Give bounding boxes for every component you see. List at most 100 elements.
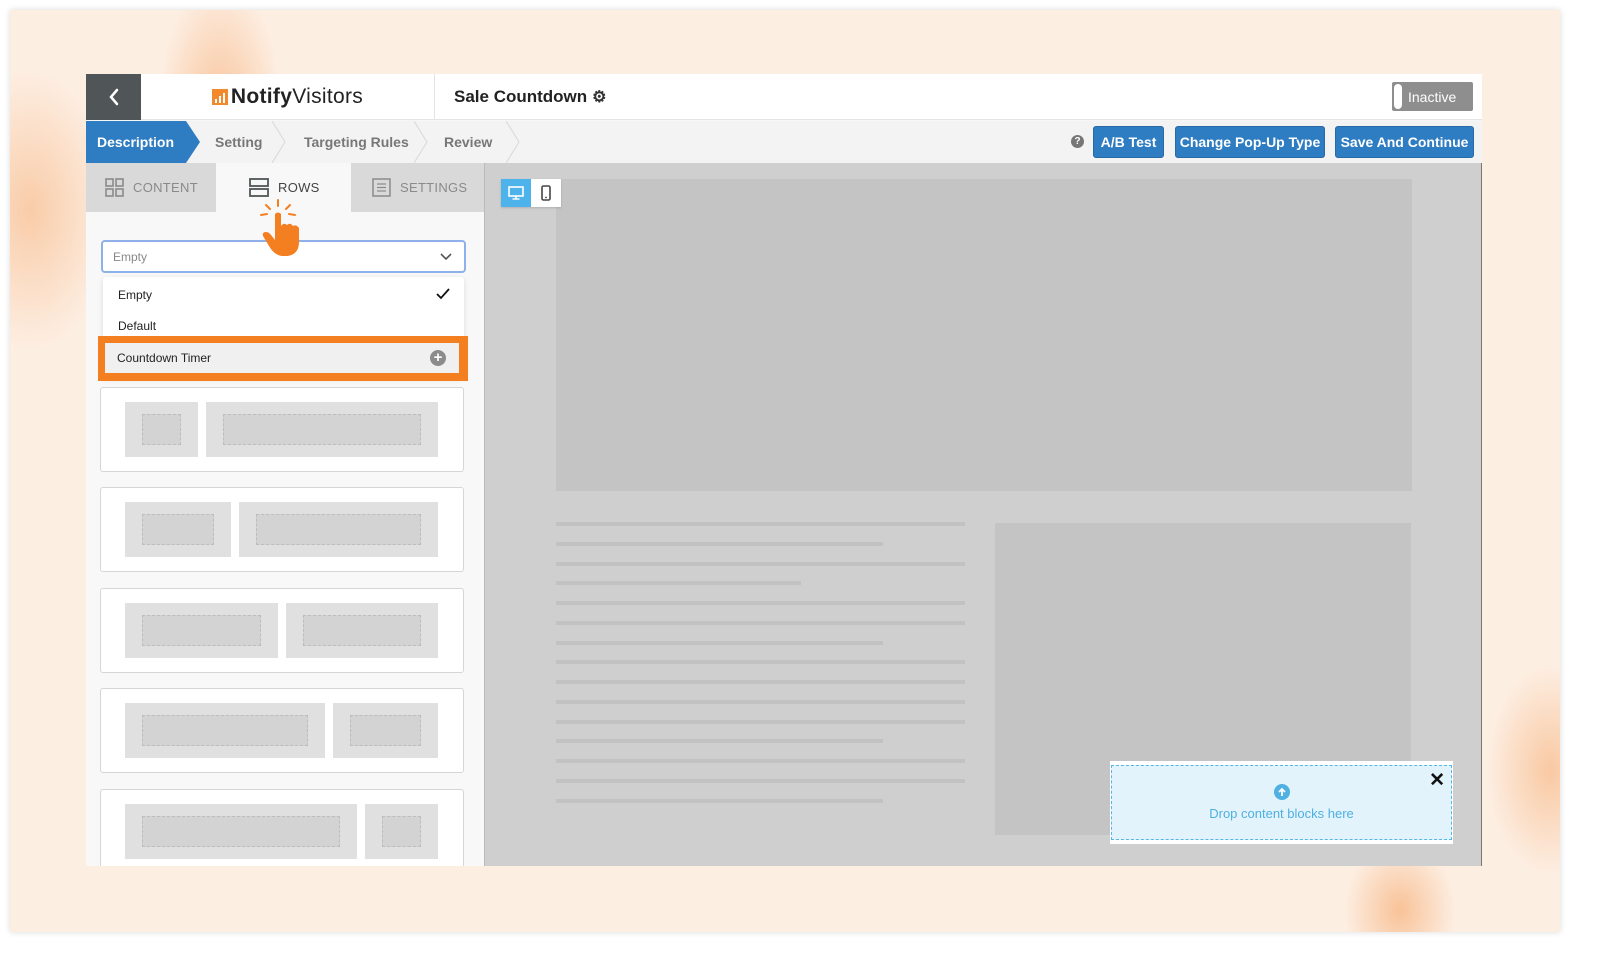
row-column	[125, 502, 231, 557]
tap-hand-icon	[260, 199, 299, 256]
step-targeting-rules[interactable]: Targeting Rules	[304, 121, 409, 163]
back-button[interactable]	[86, 74, 141, 120]
text-line-placeholder	[556, 581, 801, 585]
logo-text-bold: Notify	[230, 85, 293, 108]
help-icon[interactable]: ?	[1071, 135, 1084, 148]
step-description[interactable]: Description	[86, 121, 186, 163]
grid-icon	[105, 178, 124, 197]
drop-zone-area[interactable]: Drop content blocks here ✕	[1111, 765, 1452, 840]
text-line-placeholder	[556, 720, 965, 724]
row-column	[286, 603, 438, 658]
text-line-placeholder	[556, 779, 965, 783]
row-column	[125, 703, 325, 758]
step-label: Description	[97, 134, 175, 150]
gear-icon[interactable]: ⚙	[592, 87, 606, 107]
mobile-icon	[541, 185, 551, 201]
row-template-1-3[interactable]	[100, 387, 464, 472]
campaign-title-text: Sale Countdown	[454, 87, 588, 106]
desktop-view-button[interactable]	[501, 179, 531, 207]
text-line-placeholder	[556, 660, 965, 664]
rows-icon	[249, 178, 269, 197]
row-template-3-1[interactable]	[100, 789, 464, 866]
tab-content[interactable]: CONTENT	[86, 163, 216, 212]
text-line-placeholder	[556, 562, 965, 566]
row-template-2-1[interactable]	[100, 688, 464, 773]
upload-arrow-icon	[1273, 784, 1290, 800]
step-label: Targeting Rules	[304, 134, 409, 150]
step-setting[interactable]: Setting	[215, 121, 262, 163]
step-bar: Description Setting Targeting Rules Revi…	[86, 121, 1482, 163]
chevron-left-icon	[108, 88, 118, 106]
step-divider	[414, 121, 428, 163]
text-line-placeholder	[556, 680, 965, 684]
brand-logo: Notify Visitors	[141, 74, 435, 120]
text-line-placeholder	[556, 700, 965, 704]
dropdown-option-empty[interactable]: Empty	[103, 280, 464, 310]
image-placeholder	[556, 179, 1412, 491]
option-label: Empty	[118, 288, 153, 302]
text-line-placeholder	[556, 799, 883, 803]
column-placeholder	[350, 715, 421, 746]
text-line-placeholder	[556, 739, 883, 743]
sidebar: CONTENT ROWS SETTINGS Empty Empty Defaul…	[86, 163, 484, 866]
tab-label: CONTENT	[133, 180, 198, 195]
row-column	[125, 603, 278, 658]
tab-label: SETTINGS	[400, 180, 468, 195]
row-template-1-1[interactable]	[100, 588, 464, 673]
top-bar: Notify Visitors Sale Countdown ⚙ Inactive	[86, 74, 1482, 120]
text-line-placeholder	[556, 601, 965, 605]
plus-circle-icon[interactable]: +	[430, 350, 446, 366]
close-icon[interactable]: ✕	[1429, 769, 1445, 792]
status-toggle[interactable]: Inactive	[1392, 82, 1473, 111]
row-column	[125, 804, 357, 859]
ab-test-button[interactable]: A/B Test	[1093, 126, 1164, 158]
option-label: Default	[118, 319, 157, 333]
step-review[interactable]: Review	[444, 121, 492, 163]
step-divider	[272, 121, 286, 163]
column-placeholder	[142, 615, 261, 646]
desktop-icon	[508, 186, 524, 200]
checkmark-icon	[436, 288, 450, 300]
column-placeholder	[223, 414, 421, 445]
highlight-frame: Countdown Timer +	[98, 336, 468, 381]
column-placeholder	[382, 816, 421, 847]
chevron-down-icon	[440, 253, 452, 261]
status-label: Inactive	[1408, 88, 1457, 105]
text-line-placeholder	[556, 641, 883, 645]
column-placeholder	[142, 715, 308, 746]
row-template-1-2[interactable]	[100, 487, 464, 572]
text-line-placeholder	[556, 759, 965, 763]
change-popup-type-button[interactable]: Change Pop-Up Type	[1175, 126, 1325, 158]
toggle-knob	[1394, 84, 1402, 109]
text-line-placeholder	[556, 522, 965, 526]
row-type-select-value: Empty	[113, 249, 148, 264]
row-column	[125, 402, 198, 457]
column-placeholder	[142, 514, 214, 545]
text-line-placeholder	[556, 621, 965, 625]
device-switch	[501, 179, 561, 207]
step-divider	[506, 121, 520, 163]
text-line-placeholder	[556, 542, 883, 546]
option-label: Countdown Timer	[117, 351, 212, 365]
row-column	[333, 703, 438, 758]
save-and-continue-button[interactable]: Save And Continue	[1335, 126, 1474, 158]
drop-zone[interactable]: Drop content blocks here ✕	[1110, 761, 1453, 844]
column-placeholder	[256, 514, 421, 545]
column-placeholder	[303, 615, 421, 646]
editor-canvas[interactable]: Drop content blocks here ✕	[484, 163, 1482, 866]
mobile-view-button[interactable]	[531, 179, 561, 207]
tab-settings[interactable]: SETTINGS	[351, 163, 484, 212]
campaign-title: Sale Countdown ⚙	[454, 74, 607, 120]
settings-list-icon	[372, 178, 391, 197]
step-label: Review	[444, 134, 493, 150]
step-arrow-active	[186, 121, 200, 163]
popup-editor: Notify Visitors Sale Countdown ⚙ Inactive…	[86, 74, 1482, 866]
logo-text-light: Visitors	[292, 85, 364, 108]
column-placeholder	[142, 816, 340, 847]
row-column	[239, 502, 438, 557]
tab-label: ROWS	[278, 180, 320, 195]
logo-chart-icon	[211, 89, 228, 105]
drop-zone-label: Drop content blocks here	[1209, 806, 1354, 821]
step-label: Setting	[215, 134, 263, 150]
dropdown-option-countdown-timer[interactable]: Countdown Timer +	[105, 343, 459, 373]
